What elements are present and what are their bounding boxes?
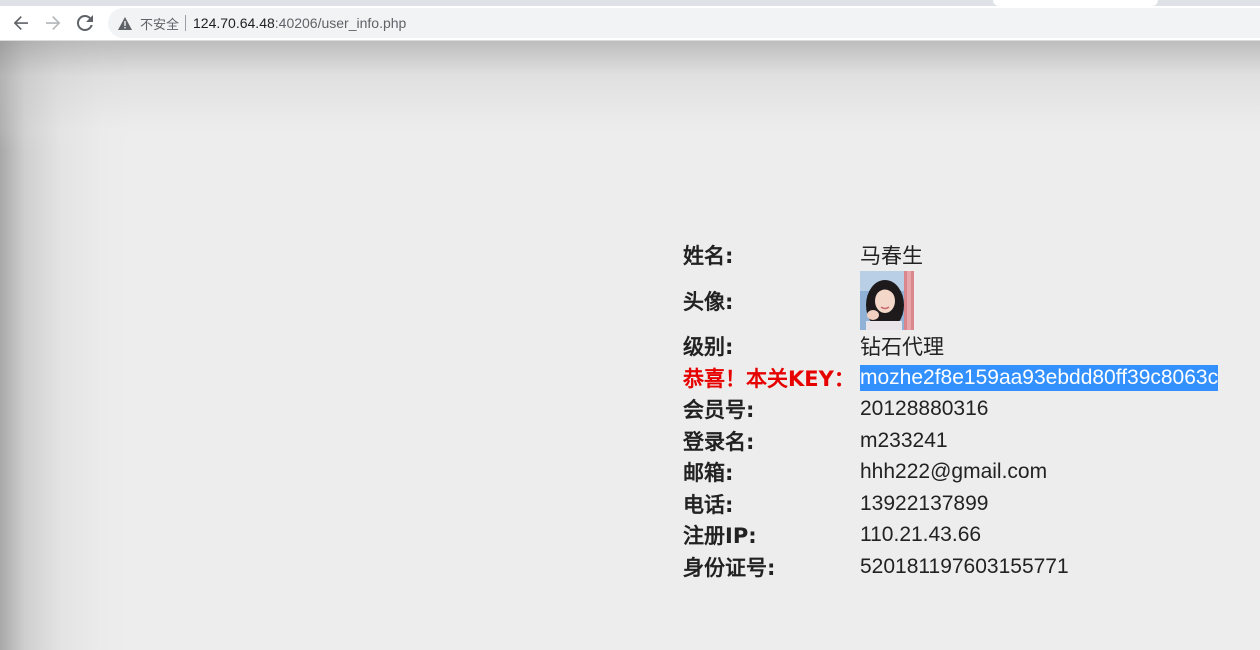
phone-value: 13922137899 <box>860 491 989 515</box>
address-bar[interactable]: 不安全 124.70.64.48:40206/user_info.php <box>108 8 1260 38</box>
page-content: 姓名: 马春生 头像: 级别: 钻石代理 恭喜！本关KEY： mozhe2f8e… <box>0 41 1260 650</box>
ip-value: 110.21.43.66 <box>860 523 982 547</box>
id-value: 520181197603155771 <box>860 554 1069 578</box>
ip-label: 注册IP: <box>683 524 757 549</box>
info-row-login: 登录名: m233241 <box>683 425 1218 457</box>
browser-toolbar: 不安全 124.70.64.48:40206/user_info.php <box>0 6 1260 41</box>
security-status-text[interactable]: 不安全 <box>140 14 179 33</box>
info-row-avatar: 头像: <box>683 271 1218 331</box>
level-label: 级别: <box>683 335 734 360</box>
avatar <box>860 271 914 330</box>
forward-arrow-icon[interactable] <box>40 10 66 36</box>
url-host[interactable]: 124.70.64.48 <box>193 15 275 31</box>
warning-triangle-icon[interactable] <box>117 15 133 31</box>
url-path[interactable]: :40206/user_info.php <box>275 15 407 31</box>
reload-icon[interactable] <box>72 10 98 36</box>
member-value: 20128880316 <box>860 397 989 421</box>
omnibox-divider <box>185 15 187 31</box>
login-label: 登录名: <box>683 429 755 454</box>
back-arrow-icon[interactable] <box>8 10 34 36</box>
page-shadow-top <box>0 41 1260 151</box>
level-value: 钻石代理 <box>860 336 944 360</box>
info-row-phone: 电话: 13922137899 <box>683 488 1218 520</box>
info-row-ip: 注册IP: 110.21.43.66 <box>683 520 1218 552</box>
user-info-table: 姓名: 马春生 头像: 级别: 钻石代理 恭喜！本关KEY： mozhe2f8e… <box>683 239 1219 583</box>
login-value: m233241 <box>860 428 948 452</box>
name-value: 马春生 <box>860 244 923 268</box>
avatar-label: 头像: <box>683 289 734 314</box>
id-label: 身份证号: <box>683 555 776 580</box>
name-label: 姓名: <box>683 243 734 268</box>
info-row-name: 姓名: 马春生 <box>683 239 1218 271</box>
email-label: 邮箱: <box>683 461 734 486</box>
member-label: 会员号: <box>683 398 755 423</box>
info-row-member: 会员号: 20128880316 <box>683 394 1218 426</box>
email-value: hhh222@gmail.com <box>860 460 1048 484</box>
phone-label: 电话: <box>683 492 734 517</box>
key-value[interactable]: mozhe2f8e159aa93ebdd80ff39c8063c <box>860 364 1219 391</box>
info-row-id: 身份证号: 520181197603155771 <box>683 551 1218 583</box>
info-row-level: 级别: 钻石代理 <box>683 331 1218 363</box>
key-label: 恭喜！本关KEY： <box>683 366 855 391</box>
info-row-key: 恭喜！本关KEY： mozhe2f8e159aa93ebdd80ff39c806… <box>683 362 1219 394</box>
info-row-email: 邮箱: hhh222@gmail.com <box>683 457 1218 489</box>
